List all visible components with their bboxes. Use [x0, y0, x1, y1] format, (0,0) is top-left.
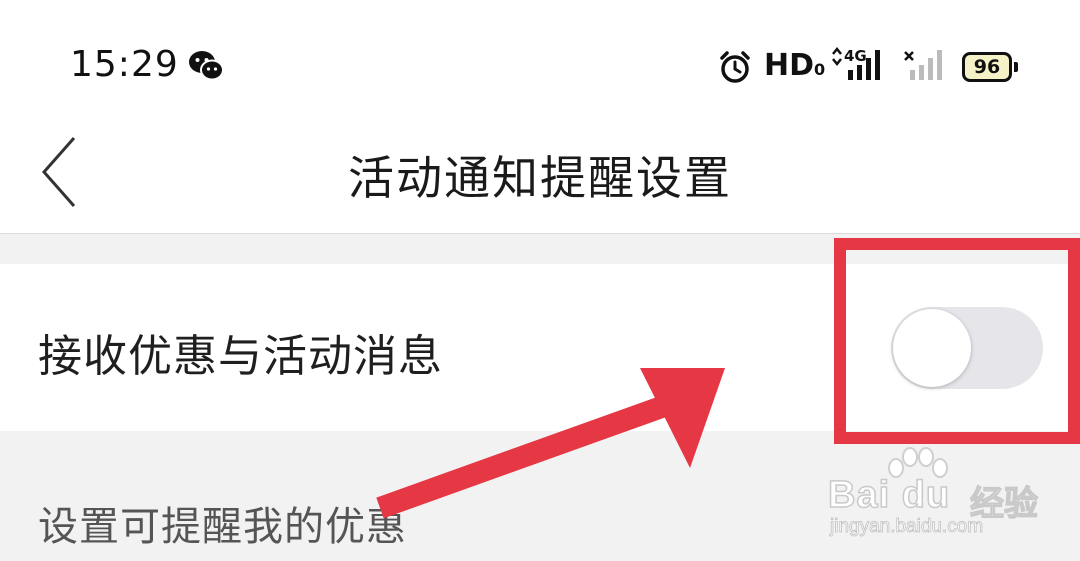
- promotions-toggle[interactable]: [891, 307, 1043, 389]
- setting-row-promotions: 接收优惠与活动消息: [0, 264, 1080, 431]
- alarm-icon: [720, 51, 750, 83]
- section-hint: 设置可提醒我的优惠: [38, 504, 407, 550]
- page-title: 活动通知提醒设置: [348, 151, 732, 205]
- signal-4g-icon: 4G: [832, 46, 880, 80]
- navigation-bar: 活动通知提醒设置: [0, 120, 1080, 234]
- wechat-icon: [189, 51, 224, 81]
- toggle-knob: [893, 309, 971, 387]
- baidu-jingyan-watermark: Bai du 经验 jingyan.baidu.com: [826, 446, 1076, 546]
- setting-label: 接收优惠与活动消息: [38, 331, 443, 382]
- svg-text:4G: 4G: [844, 47, 867, 65]
- clock: 15:29: [70, 44, 179, 85]
- status-bar: 15:29 HD0 4G 96: [0, 0, 1080, 120]
- watermark-logo: Bai du: [827, 473, 951, 517]
- no-sim-icon: [904, 50, 942, 80]
- hd-indicator: HD0: [764, 48, 826, 83]
- battery-icon: 96: [962, 52, 1018, 82]
- watermark-url: jingyan.baidu.com: [830, 516, 984, 538]
